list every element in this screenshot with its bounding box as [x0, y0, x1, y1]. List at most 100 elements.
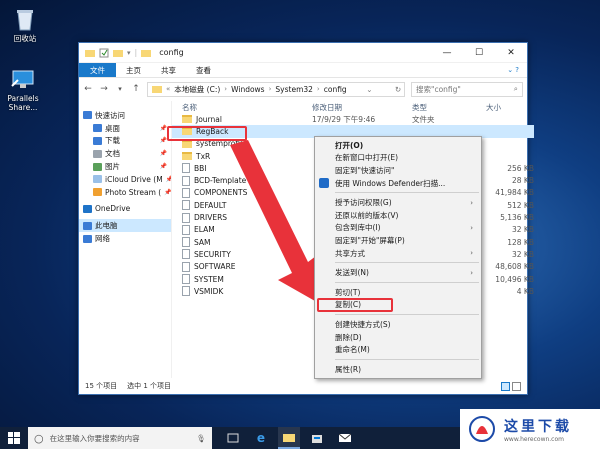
menu-item[interactable]: 固定到"快速访问"	[315, 164, 481, 177]
watermark-text: 这里下载	[504, 418, 572, 435]
taskbar-search-input[interactable]: ○ 在这里输入你要搜索的内容 🎙	[28, 427, 212, 449]
pin-icon[interactable]: 📌	[160, 150, 167, 157]
nav-item-onedrive[interactable]: OneDrive	[79, 203, 171, 216]
menu-item[interactable]: 剪切(T)	[315, 286, 481, 299]
breadcrumb-separator: «	[166, 85, 171, 93]
menu-item[interactable]: 授予访问权限(G) ›	[315, 196, 481, 209]
star-icon	[83, 111, 92, 120]
computer-icon	[83, 221, 92, 230]
nav-item-document[interactable]: 文档 📌	[79, 147, 171, 160]
menu-item[interactable]: 删除(D)	[315, 331, 481, 344]
nav-item-network[interactable]: 网络	[79, 232, 171, 245]
tab-view[interactable]: 查看	[186, 63, 221, 77]
file-size-cell: 32 KB	[512, 225, 534, 235]
file-type-cell: 文件夹	[412, 114, 435, 124]
nav-item-star[interactable]: 快速访问	[79, 109, 171, 122]
pin-icon[interactable]: 📌	[160, 163, 167, 170]
breadcrumb-system32[interactable]: System32	[275, 85, 313, 94]
back-arrow-icon[interactable]: ←	[83, 84, 93, 94]
file-icon	[182, 274, 190, 284]
column-header-date[interactable]: 修改日期	[312, 102, 412, 113]
details-view-icon[interactable]	[501, 381, 510, 391]
recycle-bin-icon	[12, 6, 38, 32]
file-name: VSMIDK	[194, 286, 224, 296]
menu-separator	[335, 192, 479, 194]
submenu-arrow-icon: ›	[470, 223, 473, 232]
file-name: TxR	[196, 151, 211, 161]
chevron-down-icon[interactable]: ⌄	[363, 85, 375, 94]
menu-item[interactable]: 还原以前的版本(V)	[315, 209, 481, 222]
ribbon-expand-icon[interactable]: ⌄ ?	[499, 63, 527, 77]
close-button[interactable]: ✕	[495, 43, 527, 62]
menu-item[interactable]: 固定到"开始"屏幕(P)	[315, 234, 481, 247]
tab-home[interactable]: 主页	[116, 63, 151, 77]
menu-item[interactable]: 在新窗口中打开(E)	[315, 152, 481, 165]
nav-item-computer[interactable]: 此电脑	[79, 219, 171, 233]
pin-icon[interactable]: 📌	[164, 189, 171, 196]
cloud-icon	[93, 175, 102, 184]
nav-item-photo-stream[interactable]: Photo Stream (📌	[79, 186, 171, 199]
edge-icon[interactable]: e	[250, 427, 272, 449]
menu-item[interactable]: 重命名(M)	[315, 343, 481, 356]
address-bar[interactable]: « 本地磁盘 (C:) › Windows › System32 › confi…	[147, 81, 405, 97]
file-size-cell: 256 KB	[507, 163, 534, 173]
cortana-icon: ○	[34, 431, 44, 445]
search-input[interactable]: 搜索"config" ⌕	[411, 81, 523, 97]
desktop-icon-recycle-bin[interactable]: 回收站	[2, 6, 48, 43]
desktop-icon-parallels-share[interactable]: Parallels Share...	[0, 66, 46, 112]
properties-icon[interactable]	[99, 48, 109, 58]
watermark-logo: 这里下载 www.herecown.com	[460, 409, 600, 449]
microphone-icon[interactable]: 🎙	[196, 434, 206, 443]
large-icons-view-icon[interactable]	[512, 381, 521, 391]
column-header-size[interactable]: 大小	[486, 102, 534, 113]
folder-icon	[182, 152, 192, 161]
nav-item-label: 快速访问	[95, 110, 125, 120]
column-header-type[interactable]: 类型	[412, 102, 486, 113]
nav-item-picture[interactable]: 图片 📌	[79, 160, 171, 173]
menu-separator	[335, 281, 479, 283]
tab-share[interactable]: 共享	[151, 63, 186, 77]
breadcrumb-config[interactable]: config	[324, 85, 347, 94]
chevron-down-icon[interactable]: ▾	[115, 85, 125, 93]
status-selected-count: 选中 1 个项目	[127, 382, 172, 390]
chevron-down-icon[interactable]: ▾	[127, 49, 131, 57]
file-explorer-icon[interactable]	[278, 427, 300, 449]
nav-item-desktop[interactable]: 桌面 📌	[79, 122, 171, 135]
photo-stream-icon	[93, 188, 102, 197]
menu-item[interactable]: 属性(R)	[315, 363, 481, 376]
maximize-button[interactable]: ☐	[463, 43, 495, 62]
nav-item-cloud[interactable]: iCloud Drive (M 📌	[79, 173, 171, 186]
file-size-cell: 5,136 KB	[500, 213, 534, 223]
pin-icon[interactable]: 📌	[160, 125, 167, 132]
menu-item[interactable]: 复制(C)	[315, 297, 481, 312]
menu-item[interactable]: 共享方式 ›	[315, 247, 481, 260]
nav-item-label: Photo Stream (	[105, 187, 162, 197]
breadcrumb-local-disk[interactable]: 本地磁盘 (C:)	[174, 84, 220, 95]
task-view-icon[interactable]	[222, 427, 244, 449]
folder-icon	[152, 84, 162, 95]
menu-item-label: 使用 Windows Defender扫描...	[335, 178, 446, 188]
pin-icon[interactable]: 📌	[160, 137, 167, 144]
file-row[interactable]: Journal 17/9/29 下午9:46 文件夹	[172, 113, 534, 125]
minimize-button[interactable]: —	[431, 43, 463, 62]
new-folder-icon[interactable]	[113, 48, 123, 58]
menu-item-label: 发送到(N)	[335, 268, 369, 278]
mail-icon[interactable]	[334, 427, 356, 449]
breadcrumb-windows[interactable]: Windows	[231, 85, 264, 94]
store-icon[interactable]	[306, 427, 328, 449]
menu-item[interactable]: 使用 Windows Defender扫描...	[315, 177, 481, 190]
menu-item[interactable]: 打开(O)	[315, 139, 481, 152]
title-bar[interactable]: ▾ | config — ☐ ✕	[79, 43, 527, 63]
nav-item-download[interactable]: 下载 📌	[79, 135, 171, 148]
menu-item-label: 固定到"快速访问"	[335, 165, 395, 175]
file-icon	[182, 249, 190, 260]
column-header-name[interactable]: 名称	[182, 102, 312, 113]
forward-arrow-icon[interactable]: →	[99, 84, 109, 94]
menu-item[interactable]: 创建快捷方式(S)	[315, 318, 481, 331]
menu-item[interactable]: 发送到(N) ›	[315, 266, 481, 279]
menu-item[interactable]: 包含到库中(I) ›	[315, 222, 481, 235]
tab-file[interactable]: 文件	[79, 63, 116, 77]
start-button[interactable]	[0, 427, 28, 449]
refresh-icon[interactable]: ↻	[392, 85, 404, 94]
up-arrow-icon[interactable]: ↑	[131, 84, 141, 94]
